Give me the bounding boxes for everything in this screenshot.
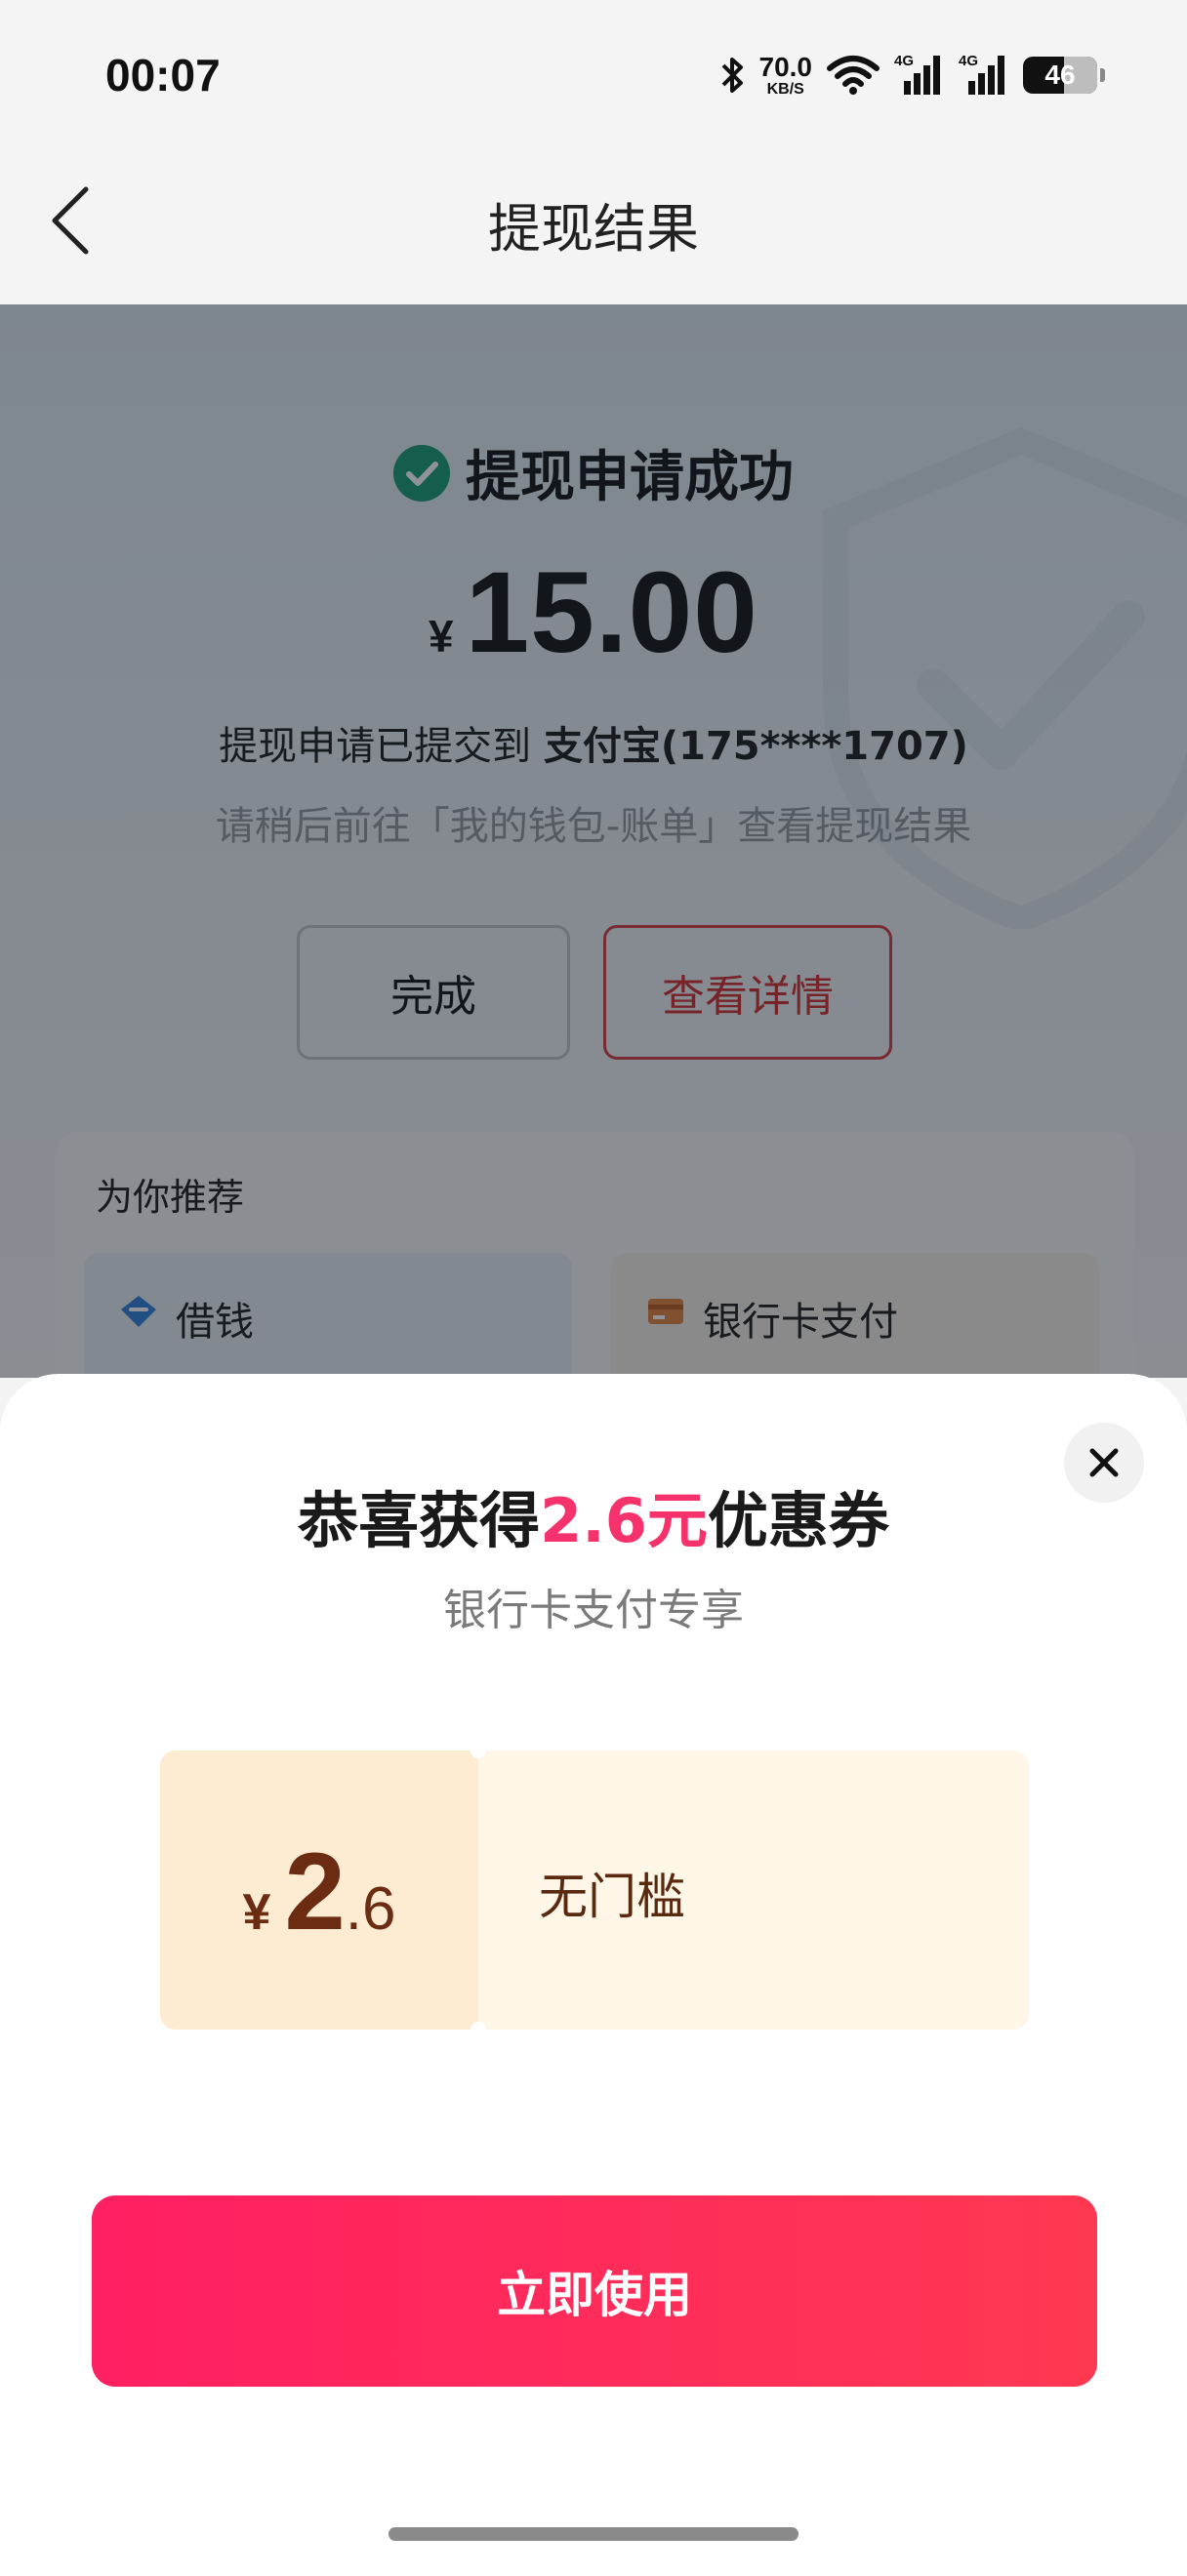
modal-overlay[interactable] bbox=[0, 304, 1187, 1378]
page-title: 提现结果 bbox=[488, 198, 699, 260]
network-speed: 70.0 KB/S bbox=[758, 51, 813, 98]
coupon-value: ¥ 2 .6 bbox=[160, 1751, 478, 2030]
coupon-subtitle: 银行卡支付专享 bbox=[443, 1586, 744, 1635]
signal-4g-icon: 4G bbox=[959, 53, 1004, 95]
battery-icon: 46 bbox=[1023, 57, 1105, 94]
coupon-value-dec: .6 bbox=[345, 1875, 396, 1943]
bluetooth-icon bbox=[721, 58, 743, 93]
coupon-sheet: 恭喜获得2.6元优惠券 银行卡支付专享 ¥ 2 .6 无门槛 立即使用 bbox=[0, 1374, 1187, 2576]
status-icons: 70.0 KB/S 4G 4G 46 bbox=[720, 51, 1105, 100]
title-suffix: 优惠券 bbox=[707, 1485, 889, 1556]
coupon-currency: ¥ bbox=[242, 1884, 271, 1941]
wifi-icon bbox=[827, 56, 880, 95]
coupon-condition: 无门槛 bbox=[539, 1869, 685, 1925]
svg-text:4G: 4G bbox=[894, 53, 914, 69]
status-time: 00:07 bbox=[105, 50, 221, 101]
coupon-notch bbox=[471, 1743, 486, 1758]
title-amount: 2.6元 bbox=[540, 1485, 708, 1556]
title-prefix: 恭喜获得 bbox=[298, 1485, 541, 1556]
coupon-card: ¥ 2 .6 无门槛 bbox=[160, 1743, 1029, 2037]
coupon-value-int: 2 bbox=[284, 1831, 346, 1952]
coupon-title: 恭喜获得2.6元优惠券 bbox=[0, 1471, 1187, 1559]
nav-bar: 提现结果 bbox=[0, 146, 1187, 304]
coupon-notch bbox=[471, 2022, 486, 2037]
signal-4g-icon: 4G bbox=[894, 53, 940, 95]
coupon-details: 无门槛 bbox=[478, 1751, 1029, 2030]
use-now-button[interactable]: 立即使用 bbox=[92, 2195, 1097, 2387]
status-bar: 00:07 70.0 KB/S 4G 4G 46 bbox=[0, 0, 1187, 146]
svg-text:4G: 4G bbox=[959, 53, 978, 69]
home-indicator[interactable] bbox=[389, 2527, 798, 2541]
